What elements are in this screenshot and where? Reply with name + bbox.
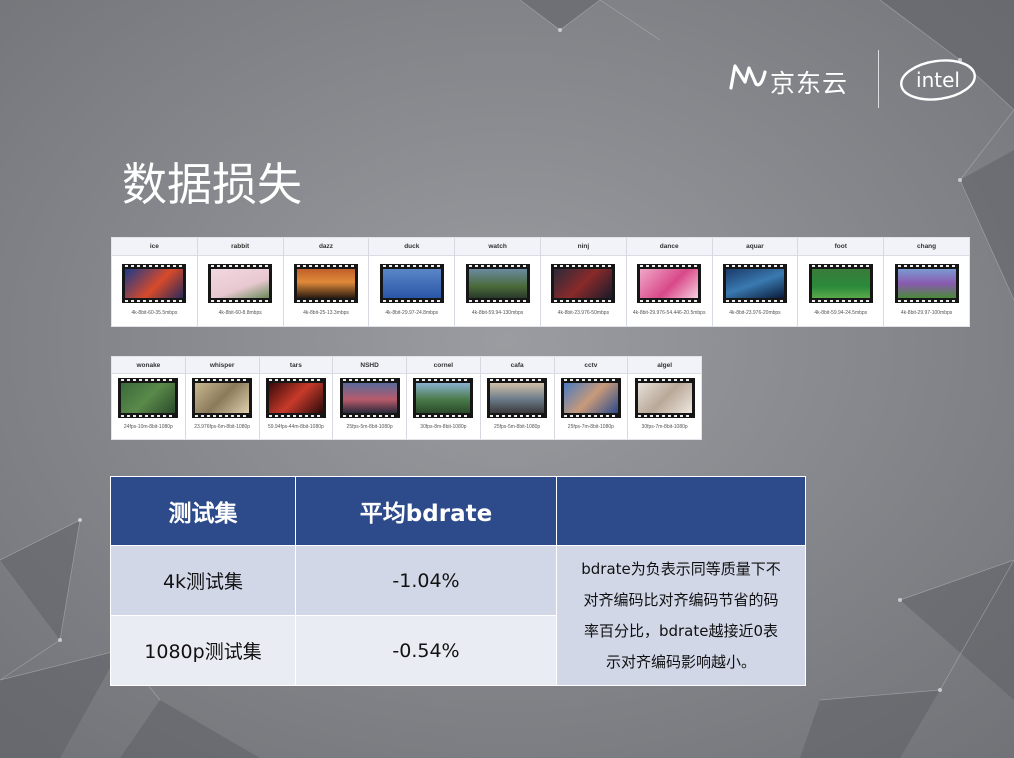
logo-divider [878, 50, 879, 108]
clip-spec: 24fps-10m-8bit-1080p [123, 424, 173, 430]
clip-name: cafa [480, 357, 554, 374]
page-title: 数据损失 [122, 158, 303, 211]
clip-cell: dazz 4k-8bit-25-13.3mbps [283, 238, 370, 326]
clip-cell: foot 4k-8bit-59.94-24.5mbps [798, 238, 885, 326]
clip-spec: 4k-8bit-60-35.5mbps [131, 310, 178, 316]
clip-spec: 4k-8bit-29.976-54.446-20.5mbps [632, 310, 706, 316]
clip-thumbnail [192, 378, 253, 418]
clip-thumbnail [634, 378, 695, 418]
clip-spec: 25fps-5m-8bit-1080p [346, 424, 393, 430]
note-line: 率百分比，bdrate越接近0表 [583, 621, 779, 640]
clip-cell: ninj 4k-8bit-23.976-50mbps [540, 238, 627, 326]
clip-spec: 25fps-7m-8bit-1080p [567, 424, 614, 430]
clip-name: tars [259, 357, 333, 374]
table-row: 4k测试集 -1.04% bdrate为负表示同等质量下不 对齐编码比对齐编码节… [110, 545, 806, 686]
clip-cell: ice 4k-8bit-60-35.5mbps [112, 238, 198, 326]
jd-cloud-logo-icon [729, 64, 767, 90]
note-line: 示对齐编码影响越小。 [605, 652, 756, 671]
clip-thumbnail [560, 378, 621, 418]
clip-cell: cctv 25fps-7m-8bit-1080p [554, 357, 629, 439]
clip-cell: algel 30fps-7m-8bit-1080p [628, 357, 701, 439]
clip-cell: NSHD 25fps-5m-8bit-1080p [333, 357, 407, 439]
clip-spec: 4k-8bit-29.97-24.8mbps [385, 310, 439, 316]
clip-name: algel [628, 357, 701, 374]
clip-spec: 23.976fps-6m-8bit-1080p [194, 424, 251, 430]
table-header-row: 测试集 平均bdrate [110, 476, 806, 546]
clip-thumbnail [894, 264, 959, 303]
clip-spec: 25fps-5m-8bit-1080p [494, 424, 541, 430]
clip-thumbnail [808, 264, 873, 303]
clip-name: cornel [407, 357, 480, 374]
clip-cell: wonake 24fps-10m-8bit-1080p [112, 357, 186, 439]
clip-cell: watch 4k-8bit-59.94-130mbps [455, 238, 541, 326]
clip-name: foot [798, 238, 884, 256]
note-line: bdrate为负表示同等质量下不 [581, 559, 781, 578]
clip-name: watch [455, 238, 540, 256]
clip-name: whisper [185, 357, 259, 374]
jd-cloud-brand: 京东云 [770, 69, 849, 98]
clip-name: duck [369, 238, 455, 256]
clip-name: cctv [554, 357, 628, 374]
clip-thumbnail [122, 264, 187, 303]
clip-spec: 30fps-8m-8bit-1080p [420, 424, 467, 430]
bdrate-results-table: 测试集 平均bdrate 4k测试集 -1.04% bdrate为负表示同等质量… [110, 476, 806, 686]
clip-thumbnail [487, 378, 548, 418]
clip-thumbnail [339, 378, 400, 418]
clip-thumbnail [722, 264, 787, 303]
intel-brand: intel [916, 68, 960, 92]
col-header-note [556, 476, 806, 546]
clip-cell: rabbit 4k-8bit-60-8.8mbps [197, 238, 284, 326]
clip-name: chang [884, 238, 969, 256]
clip-name: rabbit [197, 238, 283, 256]
clip-name: aquar [712, 238, 798, 256]
clip-spec: 4k-8bit-59.94-24.5mbps [814, 310, 868, 316]
test-set-1080p-strip: wonake 24fps-10m-8bit-1080p whisper 23.9… [111, 356, 702, 440]
clip-cell: whisper 23.976fps-6m-8bit-1080p [185, 357, 260, 439]
clip-thumbnail [293, 264, 358, 303]
header-logos: 京东云 intel [728, 48, 988, 110]
test-set-cell: 4k测试集 [110, 545, 296, 616]
clip-spec: 4k-8bit-23.976-20mbps [729, 310, 781, 316]
clip-cell: duck 4k-8bit-29.97-24.8mbps [369, 238, 456, 326]
clip-name: ninj [540, 238, 626, 256]
clip-thumbnail [118, 378, 179, 418]
bdrate-cell: -1.04% [295, 545, 557, 616]
clip-name: NSHD [333, 357, 406, 374]
test-set-4k-strip: ice 4k-8bit-60-35.5mbps rabbit 4k-8bit-6… [111, 237, 970, 327]
col-header-avg-bdrate: 平均bdrate [295, 476, 557, 546]
clip-thumbnail [379, 264, 444, 303]
intel-logo-icon: intel [900, 59, 976, 101]
bdrate-cell: -0.54% [295, 615, 557, 686]
note-line: 对齐编码比对齐编码节省的码 [583, 590, 779, 609]
clip-name: dazz [283, 238, 369, 256]
clip-spec: 4k-8bit-59.94-130mbps [471, 310, 524, 316]
clip-name: wonake [112, 357, 185, 374]
clip-cell: tars 59.94fps-44m-8bit-1080p [259, 357, 334, 439]
clip-name: dance [626, 238, 712, 256]
clip-spec: 30fps-7m-8bit-1080p [641, 424, 688, 430]
clip-thumbnail [208, 264, 273, 303]
clip-spec: 59.94fps-44m-8bit-1080p [267, 424, 324, 430]
test-set-cell: 1080p测试集 [110, 615, 296, 686]
clip-cell: cornel 30fps-8m-8bit-1080p [407, 357, 481, 439]
clip-cell: cafa 25fps-5m-8bit-1080p [480, 357, 555, 439]
clip-spec: 4k-8bit-60-8.8mbps [218, 310, 262, 316]
clip-name: ice [112, 238, 197, 256]
col-header-test-set: 测试集 [110, 476, 296, 546]
clip-thumbnail [265, 378, 326, 418]
clip-thumbnail [551, 264, 616, 303]
clip-spec: 4k-8bit-23.976-50mbps [557, 310, 610, 316]
note-cell: bdrate为负表示同等质量下不 对齐编码比对齐编码节省的码 率百分比，bdra… [556, 545, 806, 686]
clip-thumbnail [637, 264, 702, 303]
clip-cell: aquar 4k-8bit-23.976-20mbps [712, 238, 799, 326]
clip-thumbnail [465, 264, 530, 303]
clip-spec: 4k-8bit-29.97-100mbps [900, 310, 953, 316]
clip-spec: 4k-8bit-25-13.3mbps [303, 310, 349, 316]
clip-cell: dance 4k-8bit-29.976-54.446-20.5mbps [626, 238, 713, 326]
clip-cell: chang 4k-8bit-29.97-100mbps [884, 238, 969, 326]
clip-thumbnail [413, 378, 474, 418]
